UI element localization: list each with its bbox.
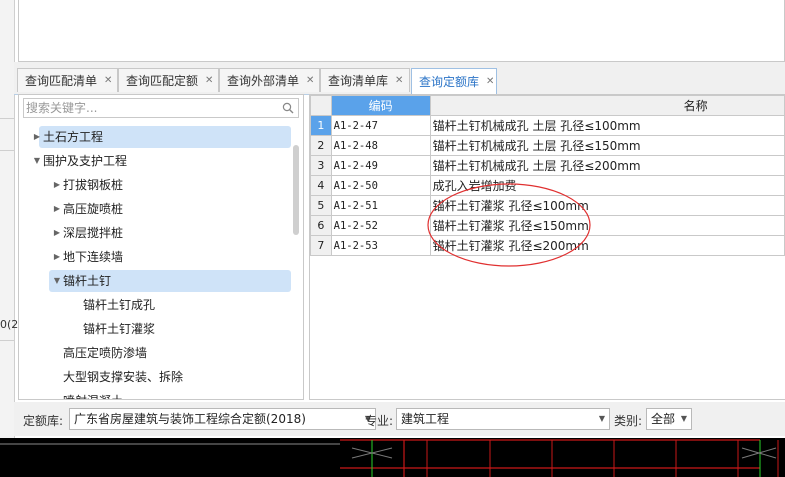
code-cell[interactable]: A1-2-52	[330, 215, 431, 236]
divider	[0, 340, 14, 341]
tree-item-jet-grouting-pile[interactable]: ▶ 高压旋喷桩	[19, 198, 299, 220]
close-icon[interactable]: ✕	[205, 75, 213, 86]
category-select[interactable]: 全部 ▼	[646, 408, 692, 430]
tree-item-anchor-drilling[interactable]: 锚杆土钉成孔	[19, 294, 299, 316]
major-select[interactable]: 建筑工程 ▼	[396, 408, 610, 430]
search-input[interactable]	[26, 100, 276, 116]
code-cell[interactable]: A1-2-49	[330, 155, 431, 176]
quota-library-select[interactable]: 广东省房屋建筑与装饰工程综合定额(2018) ▼	[69, 408, 376, 430]
tab-label: 查询匹配清单	[25, 74, 98, 88]
tree-item-label: 喷射混凝土	[63, 390, 123, 399]
row-number: 2	[310, 135, 332, 156]
cad-drawing-lines	[0, 439, 779, 477]
tree-item-support-works[interactable]: ▼ 围护及支护工程	[19, 150, 299, 172]
name-cell[interactable]: 锚杆土钉机械成孔 土层 孔径≤100mm	[429, 115, 785, 136]
tree-item-label: 锚杆土钉灌浆	[83, 322, 156, 336]
top-detail-panel	[18, 0, 785, 62]
tree-item-label: 深层搅拌桩	[63, 226, 124, 240]
tree-item-anchor-grouting[interactable]: 锚杆土钉灌浆	[19, 318, 299, 340]
tree-item-sheet-pile[interactable]: ▶ 打拔钢板桩	[19, 174, 299, 196]
tree-item-anchor-soil-nail[interactable]: ▼ 锚杆土钉	[19, 270, 299, 292]
tree-scrollbar[interactable]	[293, 145, 299, 235]
left-side-strip: 0(2	[0, 0, 19, 446]
tab-label: 查询清单库	[328, 74, 389, 88]
row-number: 6	[310, 215, 332, 236]
code-cell[interactable]: A1-2-51	[330, 195, 431, 216]
close-icon[interactable]: ✕	[486, 76, 494, 87]
search-icon[interactable]	[282, 102, 294, 114]
code-cell[interactable]: A1-2-48	[330, 135, 431, 156]
tab-query-list-library[interactable]: 查询清单库 ✕	[320, 68, 410, 92]
truncated-text: 0(2	[0, 318, 19, 331]
tab-query-matched-quota[interactable]: 查询匹配定额 ✕	[118, 68, 219, 92]
close-icon[interactable]: ✕	[104, 75, 112, 86]
tree-item-shotcrete[interactable]: 喷射混凝土	[19, 390, 299, 399]
tree-item-earthwork[interactable]: ▶ 土石方工程	[19, 126, 299, 148]
name-column-header[interactable]: 名称	[429, 95, 785, 116]
row-number: 3	[310, 155, 332, 176]
tree-item-steel-support[interactable]: 大型钢支撑安装、拆除	[19, 366, 299, 388]
tree-item-label: 锚杆土钉	[63, 274, 112, 288]
tree-item-seepage-wall[interactable]: 高压定喷防渗墙	[19, 342, 299, 364]
tab-label: 查询定额库	[419, 75, 480, 89]
chevron-down-icon[interactable]: ▼	[32, 150, 42, 172]
divider	[0, 118, 14, 119]
code-column-header[interactable]: 编码	[330, 95, 431, 116]
name-header-label: 名称	[683, 99, 708, 113]
code-cell[interactable]: A1-2-53	[330, 235, 431, 256]
row-number-header	[310, 95, 332, 116]
chevron-right-icon[interactable]: ▶	[52, 246, 62, 268]
tree-item-label: 大型钢支撑安装、拆除	[63, 370, 184, 384]
table-header-row: 编码 名称	[310, 95, 785, 116]
name-cell[interactable]: 锚杆土钉机械成孔 土层 孔径≤150mm	[429, 135, 785, 156]
tree-item-label: 打拔钢板桩	[63, 178, 124, 192]
major-value: 建筑工程	[401, 412, 450, 426]
tree-item-diaphragm-wall[interactable]: ▶ 地下连续墙	[19, 246, 299, 268]
code-cell[interactable]: A1-2-47	[330, 115, 431, 136]
category-value: 全部	[651, 412, 676, 426]
tree-item-label: 高压旋喷桩	[63, 202, 124, 216]
tab-label: 查询外部清单	[227, 74, 300, 88]
tree-item-label: 土石方工程	[43, 130, 104, 144]
table-row[interactable]: 1 A1-2-47 锚杆土钉机械成孔 土层 孔径≤100mm	[310, 115, 785, 136]
major-label: 专业:	[365, 414, 394, 428]
tree-item-label: 锚杆土钉成孔	[83, 298, 156, 312]
table-row[interactable]: 3 A1-2-49 锚杆土钉机械成孔 土层 孔径≤200mm	[310, 155, 785, 176]
divider	[0, 150, 14, 151]
category-tree-panel: ▶ 土石方工程 ▼ 围护及支护工程 ▶ 打拔钢板桩 ▶ 高压旋喷桩 ▶ 深层搅拌…	[18, 94, 304, 400]
row-number: 1	[310, 115, 332, 136]
close-icon[interactable]: ✕	[395, 75, 403, 86]
row-number: 4	[310, 175, 332, 196]
row-number: 5	[310, 195, 332, 216]
chevron-right-icon[interactable]: ▶	[52, 174, 62, 196]
chevron-down-icon[interactable]: ▼	[599, 409, 605, 429]
table-row[interactable]: 2 A1-2-48 锚杆土钉机械成孔 土层 孔径≤150mm	[310, 135, 785, 156]
tree-item-label: 地下连续墙	[63, 250, 124, 264]
quota-library-label: 定额库:	[23, 414, 64, 428]
tab-query-quota-library[interactable]: 查询定额库 ✕	[411, 68, 497, 94]
search-box	[23, 98, 299, 118]
chevron-right-icon[interactable]: ▶	[52, 222, 62, 244]
category-label: 类别:	[614, 414, 643, 428]
quota-library-value: 广东省房屋建筑与装饰工程综合定额(2018)	[74, 412, 306, 426]
tree-item-deep-mixing-pile[interactable]: ▶ 深层搅拌桩	[19, 222, 299, 244]
filter-bar: 定额库: 广东省房屋建筑与装饰工程综合定额(2018) ▼ 专业: 建筑工程 ▼…	[14, 402, 785, 436]
chevron-down-icon[interactable]: ▼	[681, 409, 687, 429]
name-cell[interactable]: 锚杆土钉机械成孔 土层 孔径≤200mm	[429, 155, 785, 176]
code-cell[interactable]: A1-2-50	[330, 175, 431, 196]
tree-item-label: 围护及支护工程	[43, 154, 128, 168]
cad-drawing-strip	[0, 438, 785, 477]
chevron-down-icon[interactable]: ▼	[52, 270, 62, 292]
tree-item-label: 高压定喷防渗墙	[63, 346, 148, 360]
tab-label: 查询匹配定额	[126, 74, 199, 88]
tab-query-matched-list[interactable]: 查询匹配清单 ✕	[17, 68, 118, 92]
chevron-right-icon[interactable]: ▶	[52, 198, 62, 220]
tab-bar: 查询匹配清单 ✕ 查询匹配定额 ✕ 查询外部清单 ✕ 查询清单库 ✕ 查询定额库 ✕	[14, 66, 785, 95]
annotation-ellipse	[427, 183, 591, 267]
tab-query-external-list[interactable]: 查询外部清单 ✕	[219, 68, 320, 92]
chevron-right-icon[interactable]: ▶	[32, 126, 42, 148]
close-icon[interactable]: ✕	[306, 75, 314, 86]
row-number: 7	[310, 235, 332, 256]
